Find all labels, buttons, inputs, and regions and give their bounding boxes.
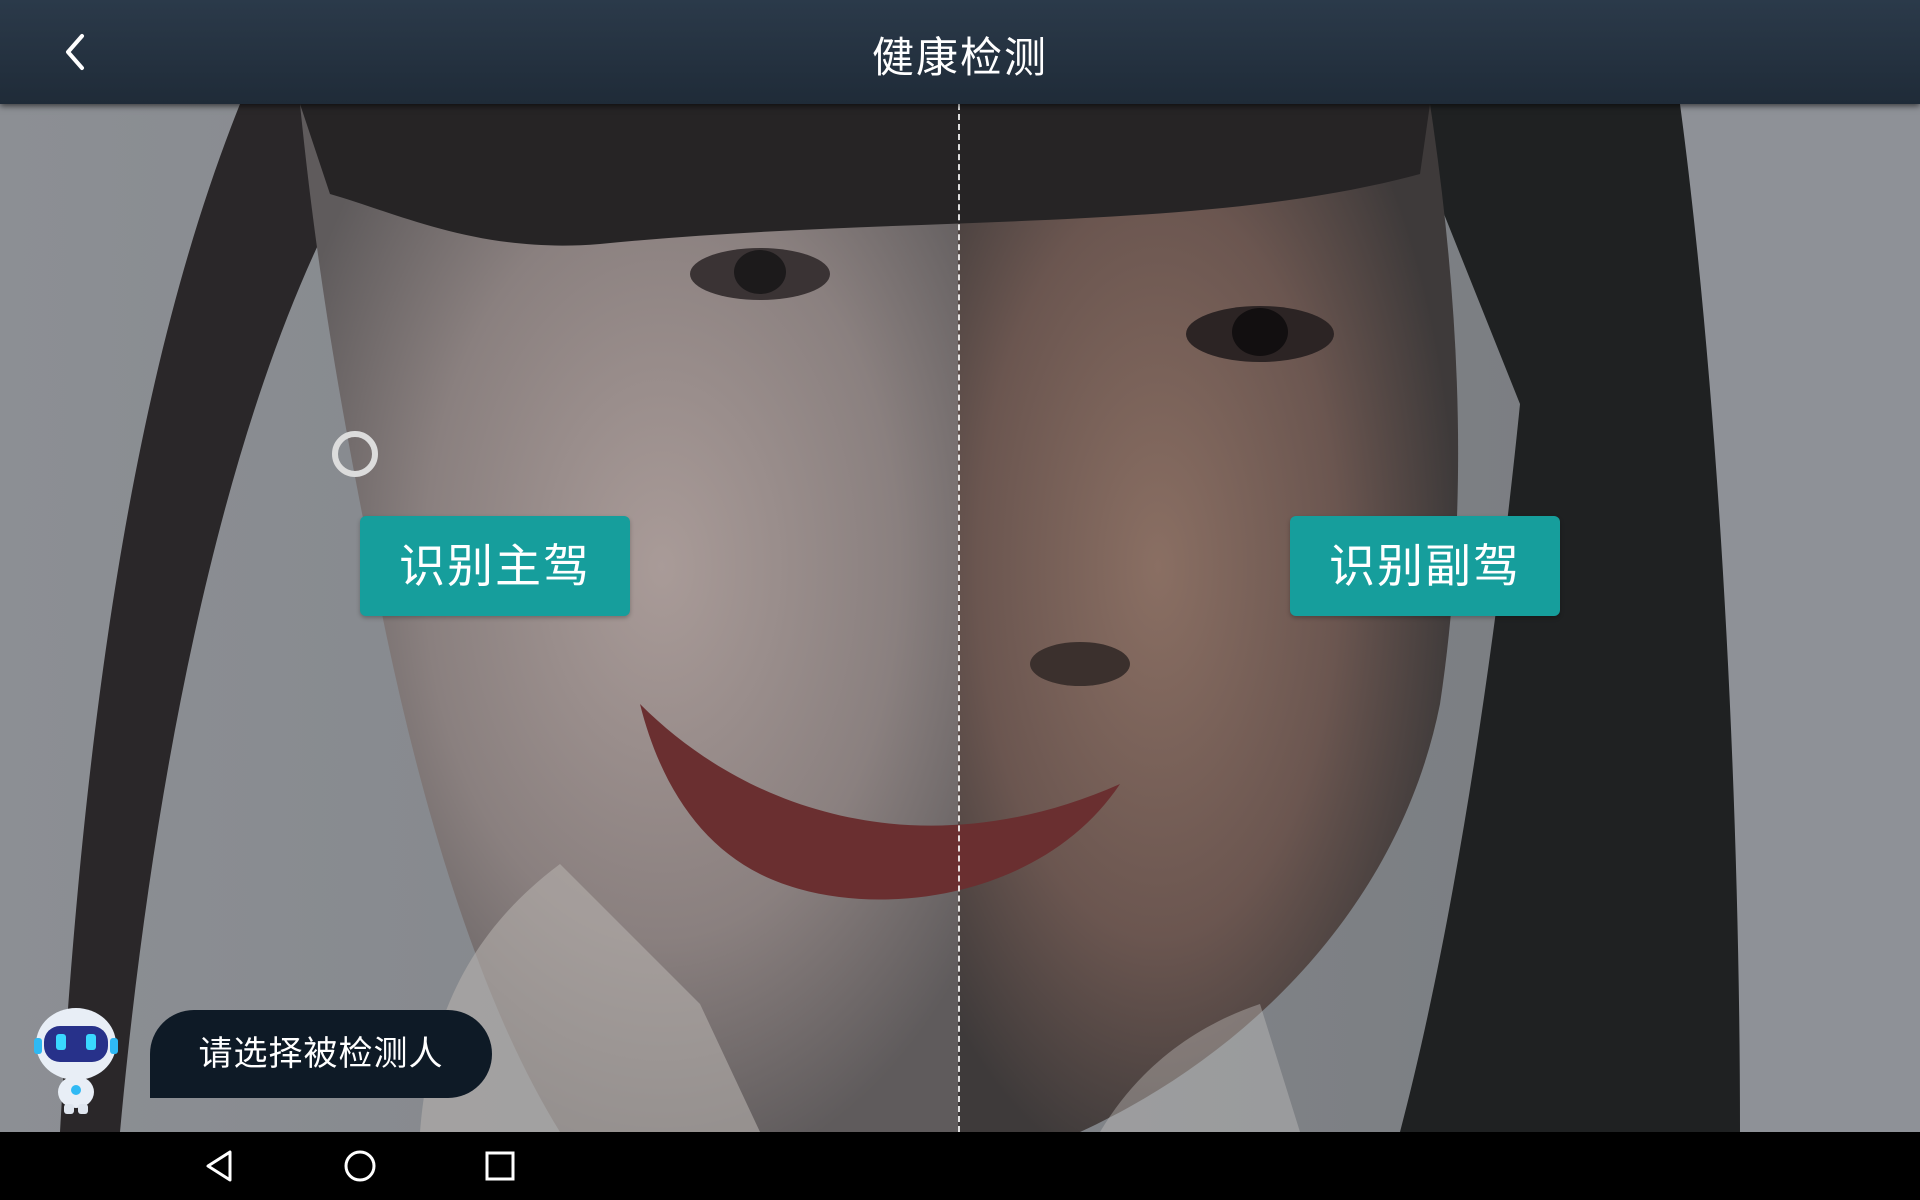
page-title: 健康检测 [871, 33, 1048, 82]
assistant-avatar[interactable] [28, 1000, 124, 1116]
robot-assistant-icon [34, 1008, 118, 1114]
nav-home-button[interactable] [334, 1140, 386, 1192]
camera-feed-image [0, 104, 1920, 1132]
nav-recent-button[interactable] [474, 1140, 526, 1192]
health-check-screen: 健康检测 识别主驾 识别副驾 请选择被检测人 [0, 0, 1920, 1200]
identify-driver-button[interactable]: 识别主驾 [360, 516, 630, 616]
system-navigation-bar [0, 1132, 1920, 1200]
circle-home-icon [344, 1150, 376, 1182]
triangle-back-icon [206, 1150, 232, 1182]
top-app-bar: 健康检测 [0, 0, 1920, 104]
square-recent-icon [485, 1151, 515, 1181]
camera-preview: 识别主驾 识别副驾 [0, 104, 1920, 1132]
assistant-message-bubble: 请选择被检测人 [150, 1010, 492, 1098]
identify-copilot-button[interactable]: 识别副驾 [1290, 516, 1560, 616]
nav-back-button[interactable] [194, 1140, 246, 1192]
center-divider-line [958, 104, 960, 1132]
